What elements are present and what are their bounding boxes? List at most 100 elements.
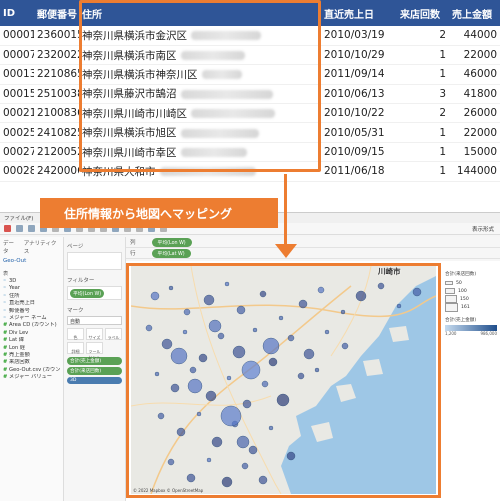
map-view[interactable]: 川崎市 © 2022 Mapbox © OpenStreetMap bbox=[131, 266, 436, 494]
col-header-zip[interactable]: 郵便番号 bbox=[34, 0, 79, 26]
table-row[interactable]: 000072320022神奈川県横浜市南区 2010/10/29122000 bbox=[0, 45, 500, 66]
cell-id[interactable]: 00013 bbox=[0, 64, 34, 85]
table-row[interactable]: 000132210865神奈川県横浜市神奈川区 2011/09/14146000 bbox=[0, 64, 500, 85]
cell-sales-amount[interactable]: 44000 bbox=[449, 26, 500, 46]
table-row[interactable]: 000212100836神奈川県川崎市川崎区 2010/10/22226000 bbox=[0, 103, 500, 124]
map-copyright[interactable]: © 2022 Mapbox © OpenStreetMap bbox=[133, 488, 203, 493]
marks-pill[interactable]: 合計(来店回数) bbox=[67, 367, 122, 375]
cell-last-sale-date[interactable]: 2010/10/29 bbox=[321, 45, 397, 66]
cell-zip[interactable]: 2210865 bbox=[34, 64, 79, 85]
show-me-button[interactable]: 表示形式 bbox=[472, 225, 494, 233]
dimension-field[interactable]: ◦ 住所 bbox=[3, 293, 60, 300]
measure-field[interactable]: # Area CD (カウント) bbox=[3, 322, 60, 329]
col-header-address[interactable]: 住所 bbox=[79, 0, 321, 26]
measure-field[interactable]: # メジャー バリュー bbox=[3, 374, 60, 381]
cell-zip[interactable]: 2120052 bbox=[34, 142, 79, 163]
cell-sales-amount[interactable]: 41800 bbox=[449, 84, 500, 105]
dimension-field[interactable]: ◦ 直近売上日 bbox=[3, 300, 60, 307]
marks-pill[interactable]: 合計(売上金額) bbox=[67, 357, 122, 365]
cell-visit-count[interactable]: 1 bbox=[397, 161, 449, 182]
measure-field[interactable]: # Lon 経 bbox=[3, 345, 60, 352]
cell-id[interactable]: 00021 bbox=[0, 103, 34, 124]
cell-last-sale-date[interactable]: 2010/03/19 bbox=[321, 26, 397, 46]
table-row[interactable]: 000272120052神奈川県川崎市幸区 2010/09/15115000 bbox=[0, 142, 500, 163]
cell-address[interactable]: 神奈川県川崎市川崎区 bbox=[79, 103, 321, 124]
dimension-field[interactable]: ◦ Year bbox=[3, 285, 60, 292]
cell-visit-count[interactable]: 1 bbox=[397, 122, 449, 143]
cell-sales-amount[interactable]: 144000 bbox=[449, 161, 500, 182]
cell-address[interactable]: 神奈川県藤沢市鵠沼 bbox=[79, 84, 321, 105]
marks-button[interactable]: ツールヒント bbox=[86, 342, 103, 360]
rows-shelf[interactable]: 行 平均(Lat W) bbox=[126, 248, 500, 259]
marks-button[interactable]: ラベル bbox=[105, 328, 122, 340]
cell-zip[interactable]: 2320022 bbox=[34, 45, 79, 66]
cell-sales-amount[interactable]: 15000 bbox=[449, 142, 500, 163]
tableau-logo-icon[interactable] bbox=[4, 225, 11, 232]
marks-button[interactable]: 詳細 bbox=[67, 342, 84, 354]
cell-sales-amount[interactable]: 22000 bbox=[449, 122, 500, 143]
tab-data[interactable]: データ bbox=[3, 239, 19, 255]
measure-field[interactable]: #Geo-Out.csv (カウント) bbox=[3, 367, 60, 374]
pages-shelf[interactable] bbox=[67, 252, 122, 270]
cell-id[interactable]: 00025 bbox=[0, 122, 34, 143]
cell-zip[interactable]: 2360015 bbox=[34, 26, 79, 46]
cell-last-sale-date[interactable]: 2011/06/18 bbox=[321, 161, 397, 182]
cell-visit-count[interactable]: 1 bbox=[397, 45, 449, 66]
rows-pill[interactable]: 平均(Lat W) bbox=[151, 248, 191, 258]
measure-field[interactable]: # Div Lev bbox=[3, 330, 60, 337]
cell-address[interactable]: 神奈川県横浜市金沢区 bbox=[79, 26, 321, 46]
cell-address[interactable]: 神奈川県横浜市神奈川区 bbox=[79, 64, 321, 85]
cell-id[interactable]: 00028 bbox=[0, 161, 34, 182]
marks-button[interactable]: サイズ bbox=[86, 328, 103, 340]
cell-visit-count[interactable]: 1 bbox=[397, 142, 449, 163]
columns-shelf[interactable]: 列 平均(Lon W) bbox=[126, 237, 500, 248]
cell-address[interactable]: 神奈川県横浜市南区 bbox=[79, 45, 321, 66]
cell-id[interactable]: 00027 bbox=[0, 142, 34, 163]
cell-zip[interactable]: 2510038 bbox=[34, 84, 79, 105]
col-header-id[interactable]: ID bbox=[0, 0, 34, 26]
cell-sales-amount[interactable]: 26000 bbox=[449, 103, 500, 124]
cell-last-sale-date[interactable]: 2010/05/31 bbox=[321, 122, 397, 143]
cell-zip[interactable]: 2420006 bbox=[34, 161, 79, 182]
col-header-last-sale-date[interactable]: 直近売上日 bbox=[321, 0, 397, 26]
map-canvas[interactable] bbox=[131, 266, 436, 494]
menu-file[interactable]: ファイル(F) bbox=[4, 214, 33, 222]
cell-id[interactable]: 00001 bbox=[0, 26, 34, 46]
col-header-visit-count[interactable]: 来店回数 bbox=[397, 0, 449, 26]
dimension-field[interactable]: ◦ 3D bbox=[3, 278, 60, 285]
cell-sales-amount[interactable]: 46000 bbox=[449, 64, 500, 85]
col-header-sales-amount[interactable]: 売上金額 bbox=[449, 0, 500, 26]
dimension-field[interactable]: ◦ 郵便番号 bbox=[3, 308, 60, 315]
cell-address[interactable]: 神奈川県横浜市旭区 bbox=[79, 122, 321, 143]
measure-field[interactable]: # 来店回数 bbox=[3, 359, 60, 366]
cell-visit-count[interactable]: 1 bbox=[397, 64, 449, 85]
dimension-field[interactable]: ◦ メジャー ネーム bbox=[3, 315, 60, 322]
cell-zip[interactable]: 2100836 bbox=[34, 103, 79, 124]
table-row[interactable]: 000252410825神奈川県横浜市旭区 2010/05/31122000 bbox=[0, 122, 500, 143]
cell-last-sale-date[interactable]: 2011/09/14 bbox=[321, 64, 397, 85]
filter-pill[interactable]: 平均(Lon W) bbox=[70, 289, 105, 298]
marks-pill[interactable]: 3D bbox=[67, 377, 122, 384]
table-row[interactable]: 000012360015神奈川県横浜市金沢区 2010/03/19244000 bbox=[0, 26, 500, 46]
columns-pill[interactable]: 平均(Lon W) bbox=[151, 237, 192, 247]
cell-id[interactable]: 00007 bbox=[0, 45, 34, 66]
measure-field[interactable]: # Lat 緯 bbox=[3, 337, 60, 344]
cell-zip[interactable]: 2410825 bbox=[34, 122, 79, 143]
forward-icon[interactable] bbox=[28, 225, 35, 232]
cell-last-sale-date[interactable]: 2010/10/22 bbox=[321, 103, 397, 124]
back-icon[interactable] bbox=[16, 225, 23, 232]
table-row[interactable]: 000152510038神奈川県藤沢市鵠沼 2010/06/13341800 bbox=[0, 84, 500, 105]
datasource-name[interactable]: Geo-Out bbox=[3, 258, 60, 264]
marks-button[interactable]: 色 bbox=[67, 328, 84, 340]
cell-visit-count[interactable]: 3 bbox=[397, 84, 449, 105]
measure-field[interactable]: # 売上金額 bbox=[3, 352, 60, 359]
cell-sales-amount[interactable]: 22000 bbox=[449, 45, 500, 66]
cell-address[interactable]: 神奈川県川崎市幸区 bbox=[79, 142, 321, 163]
tab-analytics[interactable]: アナリティクス bbox=[24, 239, 60, 255]
cell-id[interactable]: 00015 bbox=[0, 84, 34, 105]
cell-visit-count[interactable]: 2 bbox=[397, 26, 449, 46]
cell-last-sale-date[interactable]: 2010/06/13 bbox=[321, 84, 397, 105]
cell-visit-count[interactable]: 2 bbox=[397, 103, 449, 124]
filters-shelf[interactable]: 平均(Lon W) bbox=[67, 286, 122, 300]
table-row[interactable]: 000282420006神奈川県大和市 2011/06/181144000 bbox=[0, 161, 500, 182]
